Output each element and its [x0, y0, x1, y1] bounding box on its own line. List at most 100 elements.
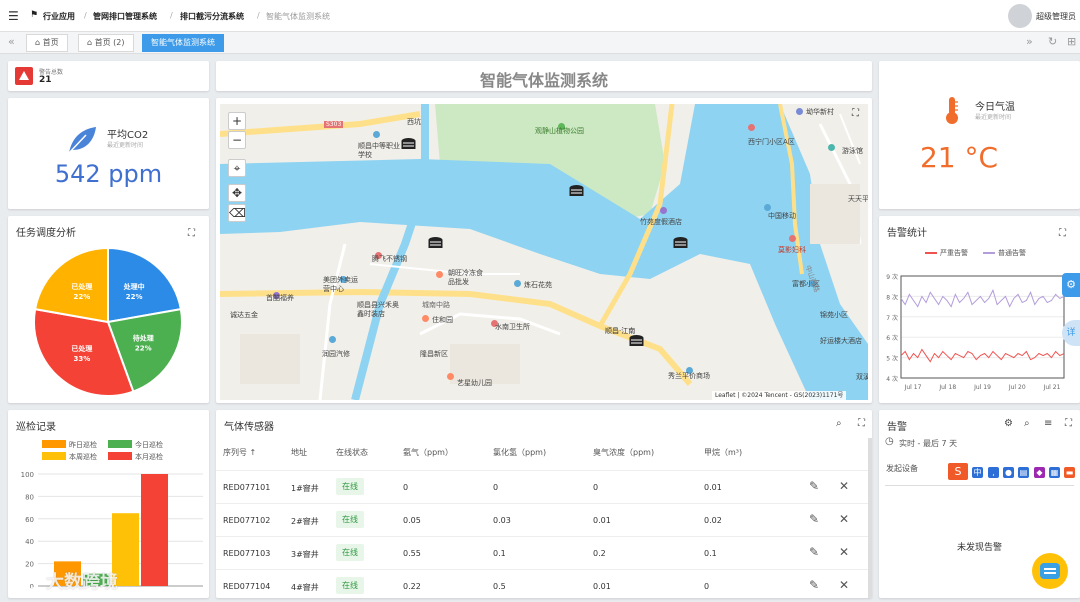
task-card: 任务调度分析 ⛶ 处理中 22% 待处理 22% 已处理 33% 已处理 22% — [8, 216, 209, 403]
ime-logo-icon[interactable]: S — [948, 463, 968, 480]
alarm-line-chart: 4 次 5 次 6 次 7 次 8 次 9 次 Jul 17 Jul 18 Jul 19 Jul … — [886, 273, 1065, 391]
cell-methane: 0.01 — [704, 483, 722, 492]
sensor-marker-icon[interactable] — [628, 334, 645, 349]
zoom-in-button[interactable]: + — [228, 112, 246, 130]
legend-item[interactable]: 严重告警 — [925, 248, 968, 258]
table-row[interactable]: RED077102 2#窨井 在线 0.05 0.03 0.01 0.02 ✎ … — [216, 503, 868, 536]
cell-serial: RED077104 — [223, 582, 271, 591]
ime-punctuation-icon[interactable]: , — [988, 467, 999, 478]
ime-toolbox-icon[interactable]: ▬ — [1064, 467, 1075, 478]
map-attribution[interactable]: Leaflet | ©2024 Tencent - GS(2023)1171号 — [712, 391, 847, 400]
expand-icon[interactable]: ⛶ — [188, 228, 195, 239]
expand-icon[interactable]: ⛶ — [1065, 418, 1072, 429]
table-row[interactable]: RED077104 4#窨井 在线 0.22 0.5 0.01 0 ✎ ✕ — [216, 569, 868, 598]
search-icon[interactable]: ⌕ — [836, 418, 842, 429]
refresh-icon[interactable]: ↻ — [1048, 35, 1057, 48]
map-label: 秀兰平价商场 — [668, 372, 710, 380]
pie-label: 已处理 — [71, 282, 92, 291]
map-label: 美团外卖运营中心 — [323, 276, 358, 293]
column-header-odor: 臭气浓度（ppm) — [593, 448, 655, 457]
pie-label: 待处理 — [133, 333, 154, 342]
edit-icon[interactable]: ✎ — [809, 479, 819, 493]
alarm-count-card: 警告总数 21 — [8, 61, 209, 91]
breadcrumb-item[interactable]: 排口截污分流系统 — [180, 11, 244, 22]
map[interactable]: + − ⌖ ✥ ⌫ ⛶ 西坑 坳华新村 观静山植物公园 西宁门小区A区 游泳馆 … — [220, 104, 868, 400]
gear-icon[interactable]: ⚙ — [1004, 418, 1013, 429]
breadcrumb-item[interactable]: 行业应用 — [43, 11, 75, 22]
legend-item[interactable]: 普通告警 — [983, 248, 1026, 258]
map-label: 双溪 — [856, 373, 868, 381]
grid-icon[interactable]: ⊞ — [1067, 35, 1076, 48]
y-tick-label: 7 次 — [886, 314, 898, 322]
table-row[interactable]: RED077101 1#窨井 在线 0 0 0 0.01 ✎ ✕ — [216, 470, 868, 503]
edit-icon[interactable]: ✎ — [809, 578, 819, 592]
legend-swatch — [42, 440, 66, 448]
settings-side-button[interactable]: ⚙ — [1062, 273, 1080, 297]
co2-title: 平均CO2 — [107, 130, 149, 141]
map-label: 好运楼大酒店 — [820, 337, 862, 345]
ime-keyboard-icon[interactable]: ▤ — [1018, 467, 1029, 478]
map-label: 莫影妇科 — [778, 246, 806, 254]
cell-address: 1#窨井 — [291, 484, 319, 493]
scroll-right-icon[interactable]: » — [1026, 35, 1033, 48]
ime-mic-icon[interactable]: ● — [1003, 467, 1014, 478]
sort-up-icon[interactable]: ↑ — [250, 448, 257, 457]
edit-icon[interactable]: ✎ — [809, 545, 819, 559]
task-card-title: 任务调度分析 — [16, 228, 76, 239]
map-label: 腾飞不锈钢 — [372, 255, 407, 263]
fullscreen-icon[interactable]: ⛶ — [852, 108, 859, 119]
location-icon[interactable]: ⌖ — [228, 159, 246, 177]
column-header-serial[interactable]: 序列号 ↑ — [223, 447, 256, 458]
sensor-marker-icon[interactable] — [568, 184, 585, 199]
time-range[interactable]: 实时 - 最后 7 天 — [899, 438, 957, 449]
cell-methane: 0.1 — [704, 549, 717, 558]
tab-home-2[interactable]: ⌂ 首页 (2) — [78, 34, 134, 52]
sensor-marker-icon[interactable] — [672, 236, 689, 251]
empty-state-text: 未发现告警 — [956, 543, 1002, 553]
filter-icon[interactable]: ≡ — [1044, 418, 1052, 429]
edit-icon[interactable]: ✎ — [809, 512, 819, 526]
zoom-out-button[interactable]: − — [228, 131, 246, 149]
series-line[interactable] — [900, 288, 1065, 308]
table-row[interactable]: RED077103 3#窨井 在线 0.55 0.1 0.2 0.1 ✎ ✕ — [216, 536, 868, 569]
bar[interactable] — [141, 474, 168, 586]
delete-icon[interactable]: ✕ — [839, 578, 849, 592]
sensor-marker-icon[interactable] — [400, 137, 417, 152]
leaf-icon — [68, 127, 96, 154]
cell-address: 3#窨井 — [291, 550, 319, 559]
y-tick-label: 4 次 — [886, 375, 898, 383]
user-name[interactable]: 超级管理员 — [1036, 11, 1076, 22]
ime-chinese-icon[interactable]: 中 — [972, 467, 983, 478]
scroll-left-icon[interactable]: « — [8, 35, 15, 48]
cell-odor: 0.01 — [593, 516, 611, 525]
breadcrumb-separator: / — [257, 11, 260, 20]
ime-skin-icon[interactable]: ◆ — [1034, 467, 1045, 478]
ime-apps-icon[interactable]: ▦ — [1049, 467, 1060, 478]
alarm-stats-title: 告警统计 — [887, 228, 927, 239]
legend-label: 本周巡检 — [69, 452, 97, 461]
series-line[interactable] — [900, 348, 1065, 363]
map-label: 锦苑小区 — [820, 311, 848, 319]
tab-home[interactable]: ⌂ 首页 — [26, 34, 68, 52]
pie-label: 22% — [126, 293, 143, 301]
sensor-marker-icon[interactable] — [427, 236, 444, 251]
menu-icon[interactable]: ☰ — [8, 9, 19, 23]
move-icon[interactable]: ✥ — [228, 184, 246, 202]
delete-icon[interactable]: ✕ — [839, 479, 849, 493]
chat-bubble-icon[interactable] — [1032, 553, 1068, 589]
task-pie-chart: 处理中 22% 待处理 22% 已处理 33% 已处理 22% — [33, 246, 183, 397]
delete-icon[interactable]: ✕ — [839, 512, 849, 526]
scrollbar[interactable] — [868, 438, 872, 598]
column-header-methane: 甲烷（m³) — [704, 448, 743, 457]
map-card: + − ⌖ ✥ ⌫ ⛶ 西坑 坳华新村 观静山植物公园 西宁门小区A区 游泳馆 … — [216, 98, 872, 403]
expand-icon[interactable]: ⛶ — [858, 418, 865, 429]
tab-gas-monitoring[interactable]: 智能气体监测系统 — [142, 34, 224, 52]
cell-odor: 0.2 — [593, 549, 606, 558]
eraser-icon[interactable]: ⌫ — [228, 204, 246, 222]
delete-icon[interactable]: ✕ — [839, 545, 849, 559]
search-icon[interactable]: ⌕ — [1024, 418, 1030, 429]
cell-ammonia: 0.05 — [403, 516, 421, 525]
expand-icon[interactable]: ⛶ — [1059, 228, 1066, 239]
avatar[interactable] — [1008, 4, 1032, 28]
breadcrumb-item[interactable]: 管网排口管理系统 — [93, 11, 157, 22]
